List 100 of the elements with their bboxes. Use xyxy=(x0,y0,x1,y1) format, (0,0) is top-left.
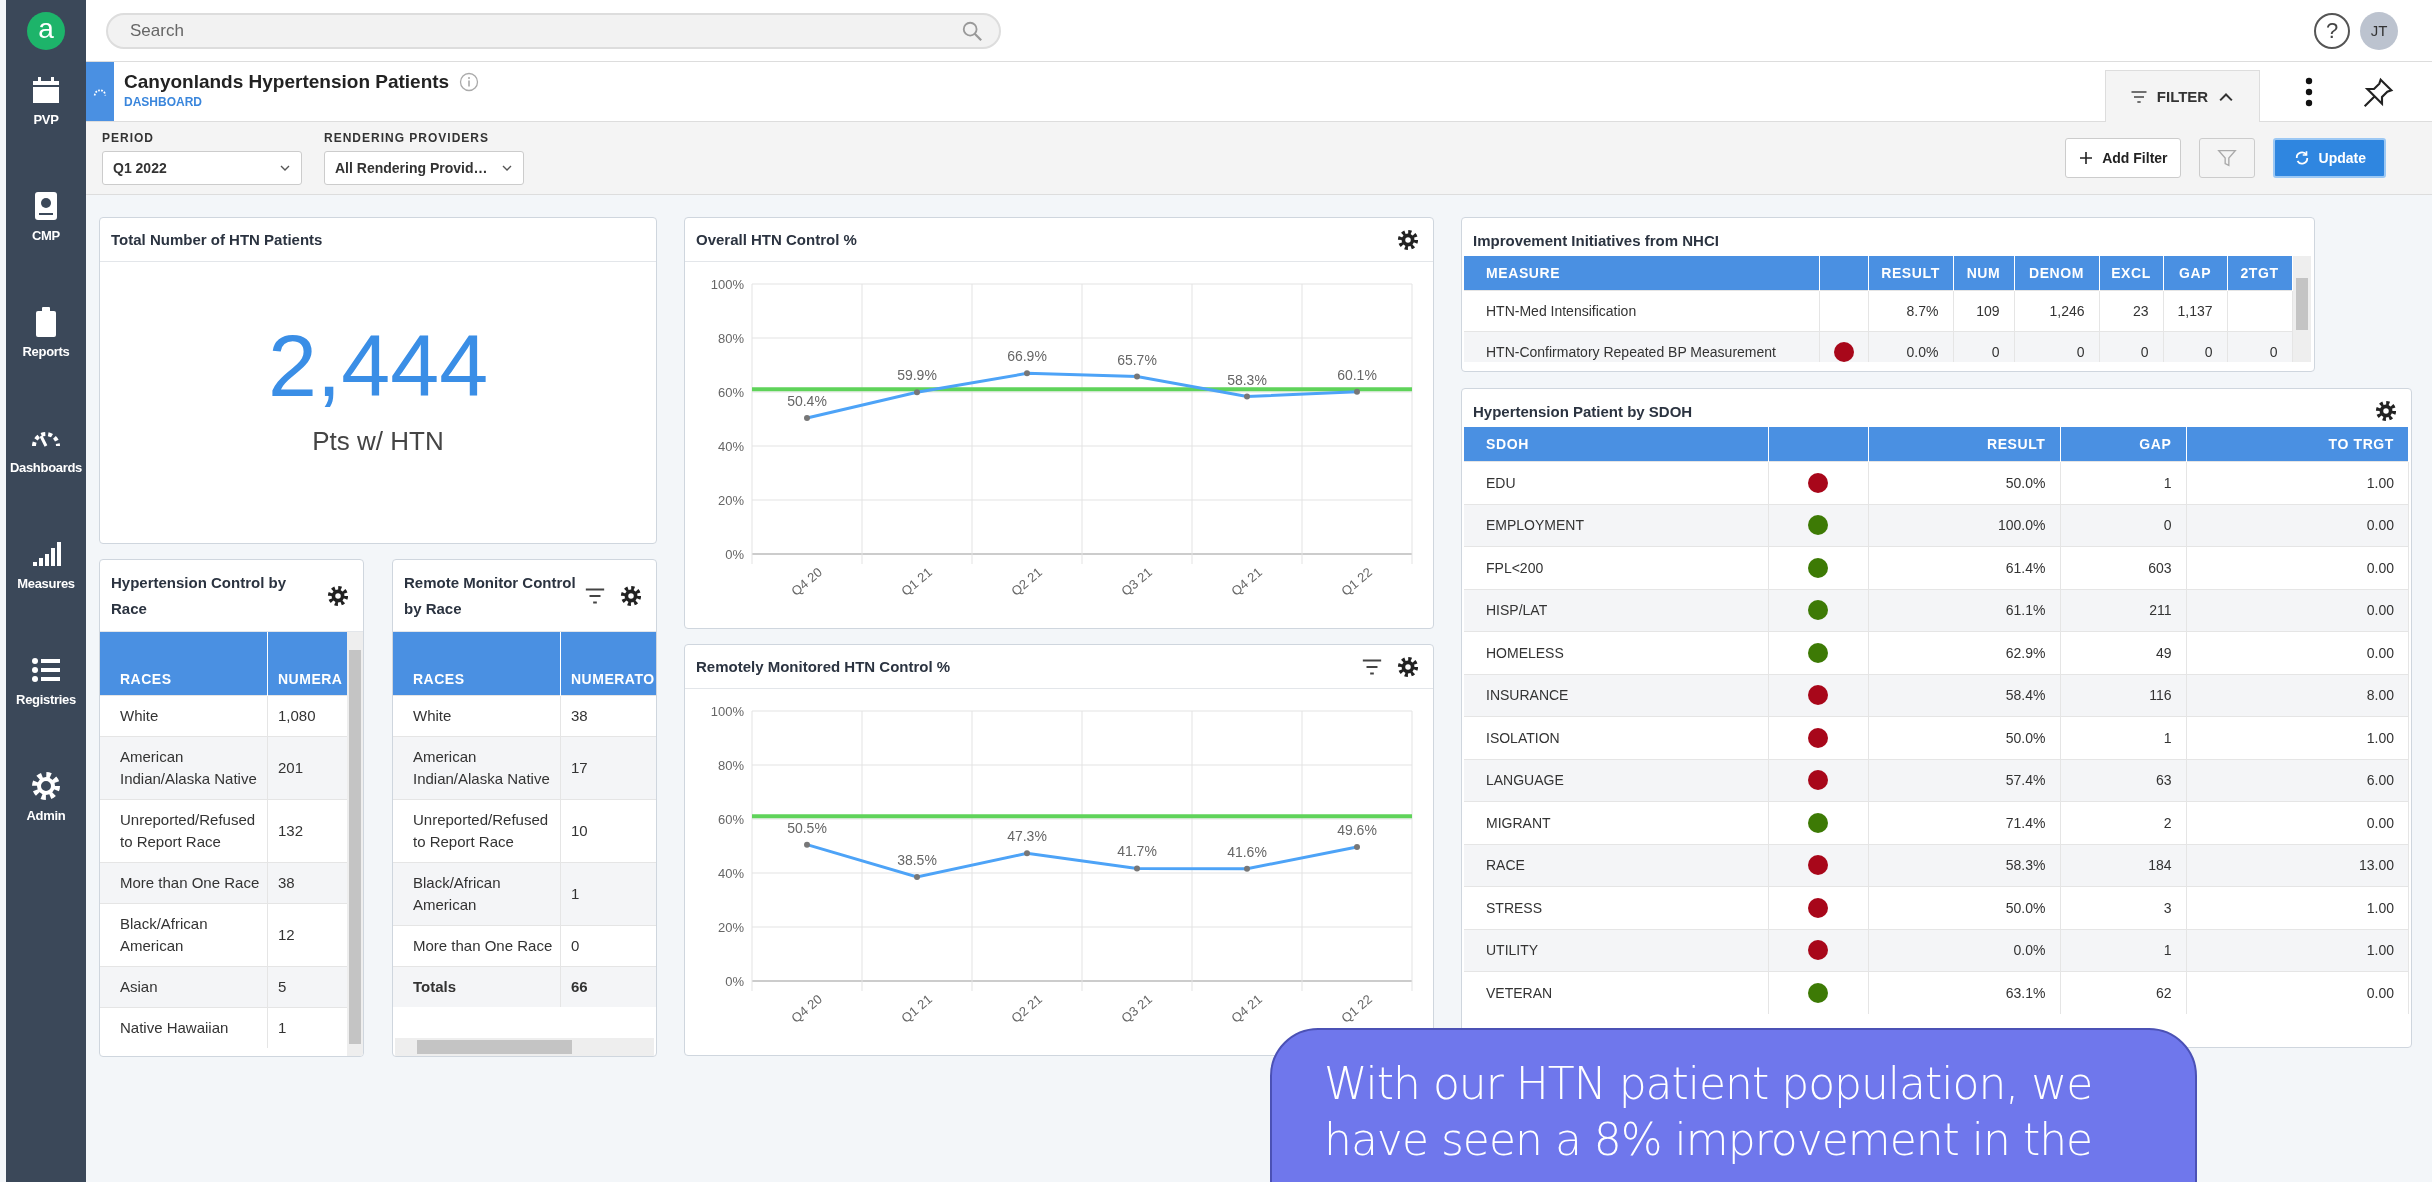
card-title: Remote Monitor Control by Race xyxy=(404,572,577,619)
search-field[interactable]: Search xyxy=(106,12,1001,49)
filter-tab[interactable]: FILTER xyxy=(2105,70,2260,122)
table-cell: 63 xyxy=(2060,759,2186,802)
table-cell: 57.4% xyxy=(1868,759,2060,802)
data-label: 50.4% xyxy=(787,392,827,409)
table-cell: 109 xyxy=(1976,303,2000,319)
table-cell: RACE xyxy=(1464,844,1768,887)
card-title: Improvement Initiatives from NHCI xyxy=(1473,231,1719,249)
column-header[interactable]: NUMERA xyxy=(267,632,347,696)
data-label: 59.9% xyxy=(897,367,937,384)
table-cell: 0 xyxy=(2060,504,2186,547)
table-cell: 0.0% xyxy=(1868,929,2060,972)
table-cell: 8.00 xyxy=(2186,674,2409,717)
table-cell: 100.0% xyxy=(1868,504,2060,547)
axis-label: Q1 22 xyxy=(1338,991,1376,1026)
data-label: 38.5% xyxy=(897,852,937,869)
card-title: Hypertension Patient by SDOH xyxy=(1473,402,1693,420)
table-cell: 0 xyxy=(2204,344,2213,360)
axis-label: 20% xyxy=(717,920,744,935)
column-header[interactable]: GAP xyxy=(2060,427,2186,462)
pin-icon[interactable] xyxy=(2362,77,2394,109)
axis-label: Q4 21 xyxy=(1228,991,1266,1026)
sidebar-label[interactable]: Admin xyxy=(26,808,66,823)
data-point xyxy=(1354,388,1360,395)
column-header[interactable]: MEASURE xyxy=(1486,265,1561,281)
data-label: 58.3% xyxy=(1227,371,1267,388)
update-button[interactable]: Update xyxy=(2272,138,2386,178)
count-caption: Pts w/ HTN xyxy=(312,426,444,457)
filter-label: RENDERING PROVIDERS xyxy=(324,131,491,145)
total-cell: Totals xyxy=(393,966,561,1007)
sidebar-label[interactable]: Reports xyxy=(22,344,70,359)
page-title: Canyonlands Hypertension Patients xyxy=(124,71,450,93)
data-label: 65.7% xyxy=(1117,351,1157,368)
sidebar-label[interactable]: Measures xyxy=(17,576,75,591)
settings-icon[interactable] xyxy=(1397,228,1419,251)
table-cell: LANGUAGE xyxy=(1464,759,1768,802)
table-cell: 61.1% xyxy=(1868,589,2060,632)
settings-icon[interactable] xyxy=(2375,400,2397,422)
search-icon[interactable] xyxy=(961,19,983,42)
scroll-bar[interactable] xyxy=(347,632,363,1056)
app-logo[interactable]: a xyxy=(27,12,65,50)
table-cell: 0 xyxy=(2269,344,2278,360)
axis-label: Q4 20 xyxy=(788,991,826,1026)
dropdown[interactable]: Q1 2022 xyxy=(102,151,302,185)
table-cell: More than One Race xyxy=(100,862,268,904)
filter-label: PERIOD xyxy=(102,131,155,145)
scroll-bar[interactable] xyxy=(395,1038,654,1056)
axis-label: 100% xyxy=(710,704,744,719)
data-point xyxy=(1354,844,1360,851)
total-cell: 66 xyxy=(560,966,656,1007)
settings-icon[interactable] xyxy=(620,584,642,607)
user-avatar[interactable]: JT xyxy=(2360,11,2398,50)
settings-icon[interactable] xyxy=(1397,655,1419,678)
table-cell: 184 xyxy=(2060,844,2186,887)
card-title: Overall HTN Control % xyxy=(696,231,857,248)
sidebar-label[interactable]: Registries xyxy=(16,692,76,707)
table-cell: Native Hawaiian xyxy=(100,1007,268,1048)
table-cell: 8.7% xyxy=(1906,303,1939,319)
axis-label: 40% xyxy=(717,866,744,881)
table-cell: 0 xyxy=(2076,344,2085,360)
card-title: Remotely Monitored HTN Control % xyxy=(696,658,951,675)
column-header[interactable]: RESULT xyxy=(1868,427,2060,462)
axis-label: 80% xyxy=(717,758,744,773)
axis-label: 100% xyxy=(710,277,744,292)
column-header[interactable]: RACES xyxy=(393,632,561,696)
data-point xyxy=(1134,373,1140,380)
table-cell: EMPLOYMENT xyxy=(1464,504,1768,547)
table-cell: 58.4% xyxy=(1868,674,2060,717)
table-cell: 1.00 xyxy=(2186,929,2409,972)
table-cell: 63.1% xyxy=(1868,971,2060,1014)
data-label: 49.6% xyxy=(1337,822,1377,839)
dropdown[interactable]: All Rendering Provid… xyxy=(324,151,524,185)
table-cell: 23 xyxy=(2132,303,2149,319)
help-button[interactable]: ? xyxy=(2314,12,2350,49)
axis-label: Q3 21 xyxy=(1118,564,1156,599)
sidebar-label[interactable]: Dashboards xyxy=(9,460,83,475)
more-icon[interactable] xyxy=(2304,77,2314,107)
sidebar-label[interactable]: PVP xyxy=(33,112,59,127)
column-header[interactable]: RACES xyxy=(100,632,268,696)
column-header[interactable]: SDOH xyxy=(1464,427,1768,462)
table-cell: 5 xyxy=(267,966,347,1008)
table-cell: HTN-Med Intensification xyxy=(1486,303,1637,319)
settings-icon[interactable] xyxy=(327,584,349,607)
table-cell: INSURANCE xyxy=(1464,674,1768,717)
column-header[interactable]: TO TRGT xyxy=(2186,427,2409,462)
settings-icon[interactable] xyxy=(30,770,62,802)
page-subtitle[interactable]: DASHBOARD xyxy=(124,95,480,109)
calendar-icon[interactable] xyxy=(30,74,62,106)
table-cell: VETERAN xyxy=(1464,971,1768,1014)
column-header[interactable]: NUMERATO xyxy=(560,632,656,696)
sidebar-label[interactable]: CMP xyxy=(32,228,60,243)
axis-label: Q4 21 xyxy=(1228,564,1266,599)
table-cell: 201 xyxy=(267,736,347,800)
data-label: 66.9% xyxy=(1007,348,1047,365)
table-cell: 13.00 xyxy=(2186,844,2409,887)
axis-label: Q4 20 xyxy=(788,564,826,599)
table-cell: 1,137 xyxy=(2177,303,2213,319)
card-title: Total Number of HTN Patients xyxy=(111,231,323,248)
add-filter-button[interactable]: Add Filter xyxy=(2065,138,2181,178)
